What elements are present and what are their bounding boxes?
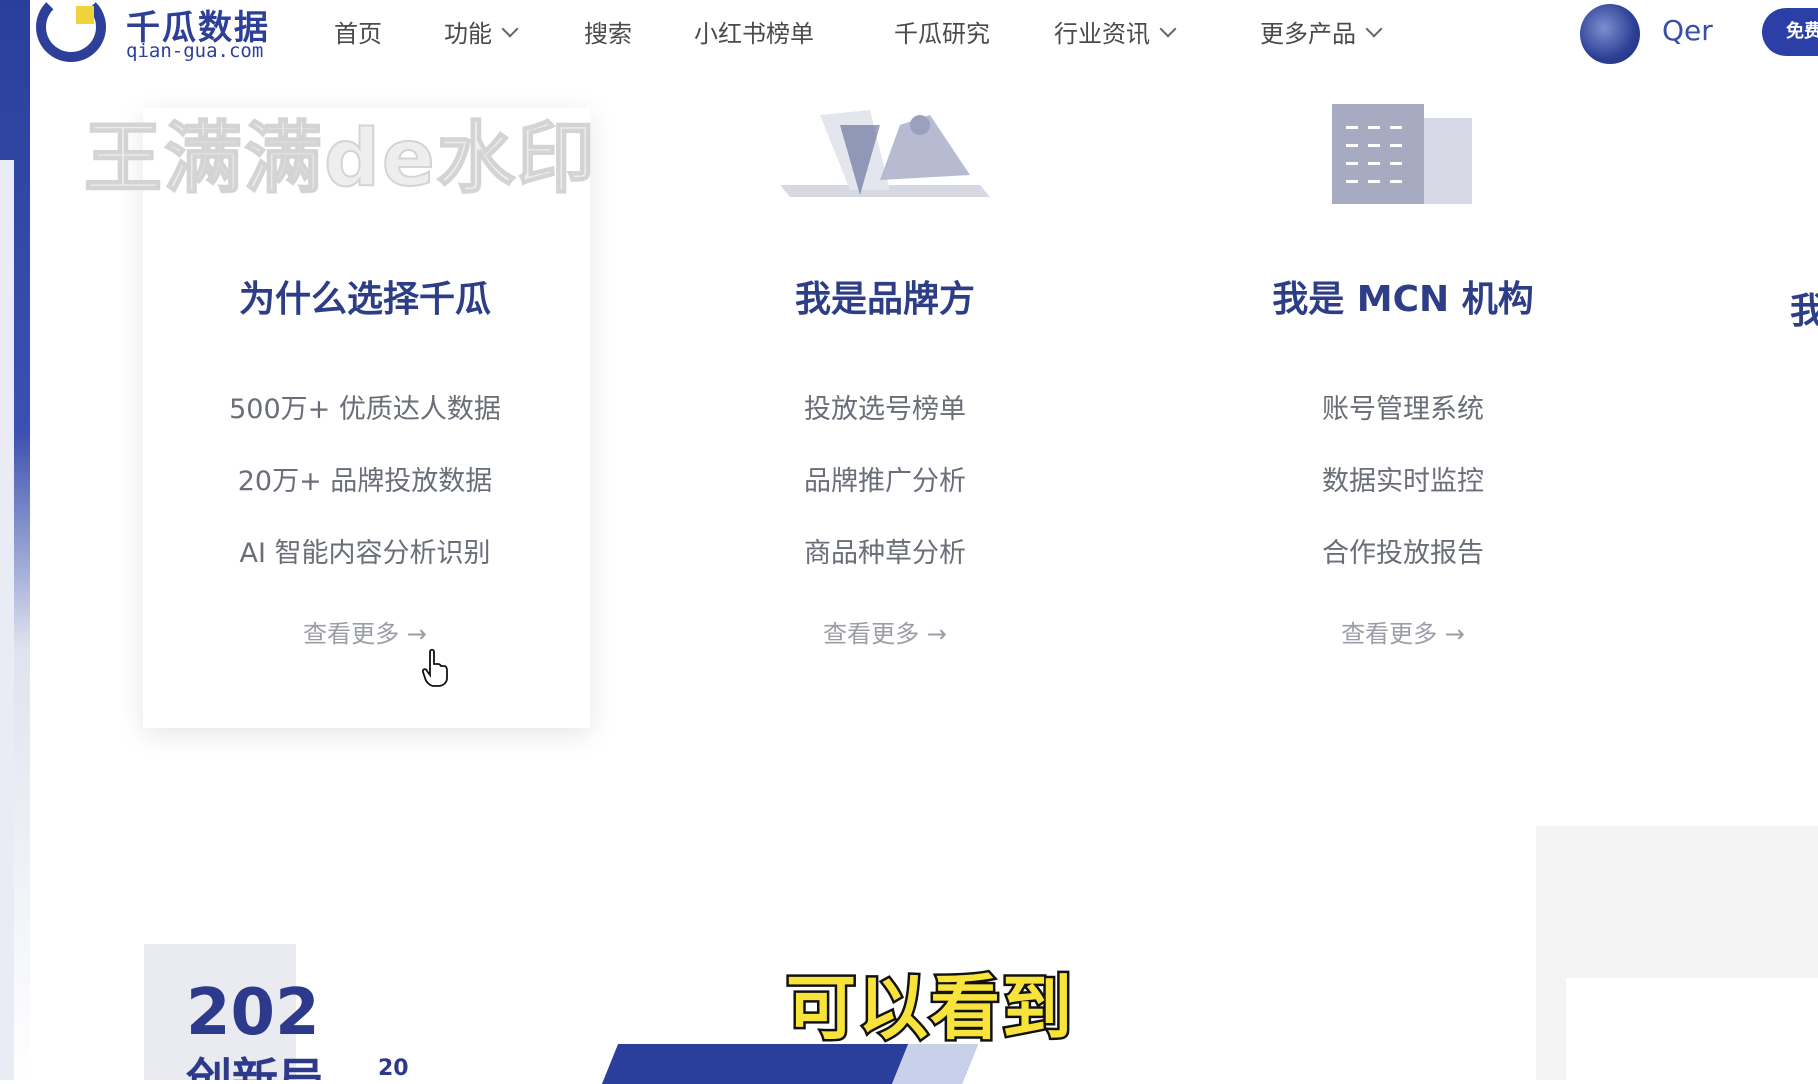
nav-research[interactable]: 千瓜研究 (894, 14, 990, 49)
nav-home[interactable]: 首页 (334, 14, 382, 49)
watermark: 王满满de水印 (83, 113, 597, 205)
report-year: 202 (186, 976, 320, 1050)
nav-more-products-label: 更多产品 (1260, 20, 1356, 48)
view-more-link[interactable]: 查看更多 → (1178, 614, 1628, 649)
feature-item: 500万+ 优质达人数据 (229, 394, 501, 425)
chevron-down-icon (1159, 20, 1177, 37)
nav-xiaohongshu-rank[interactable]: 小红书榜单 (694, 14, 814, 49)
nav-industry-news-label: 行业资讯 (1054, 20, 1150, 48)
desk-illustration-icon (780, 110, 990, 197)
nav-more-products[interactable]: 更多产品 (1260, 14, 1383, 49)
avatar[interactable] (1580, 4, 1640, 64)
logo-icon[interactable] (34, 0, 112, 64)
view-more-link[interactable]: 查看更多 → (660, 614, 1110, 649)
nav-industry-news[interactable]: 行业资讯 (1054, 14, 1177, 49)
chevron-down-icon (501, 20, 519, 37)
feature-item: 合作投放报告 (1322, 538, 1484, 569)
right-blurred-panel-inner (1566, 978, 1818, 1080)
free-trial-button[interactable]: 免费 (1762, 8, 1818, 56)
column-brand: 我是品牌方 投放选号榜单 品牌推广分析 商品种草分析 查看更多 → (660, 270, 1110, 649)
view-more-link[interactable]: 查看更多 → (140, 614, 590, 649)
video-subtitle: 可以看到 (784, 965, 1075, 1052)
feature-item: 20万+ 品牌投放数据 (237, 466, 493, 497)
nav-features[interactable]: 功能 (444, 14, 519, 49)
column-title: 我是 MCN 机构 (1272, 279, 1534, 320)
feature-item: AI 智能内容分析识别 (239, 538, 491, 569)
report-year-small: 20 (378, 1056, 409, 1081)
nav-search[interactable]: 搜索 (584, 14, 632, 49)
column-why-qiangua: 为什么选择千瓜 500万+ 优质达人数据 20万+ 品牌投放数据 AI 智能内容… (140, 270, 590, 649)
top-navigation: 千瓜数据 qian-gua.com 首页 功能 搜索 小红书榜单 千瓜研究 行业… (30, 0, 1818, 70)
column-title: 我是品牌方 (794, 279, 975, 320)
feature-item: 品牌推广分析 (804, 466, 966, 497)
nav-features-label: 功能 (444, 20, 492, 48)
feature-item: 商品种草分析 (804, 538, 966, 569)
feature-item: 投放选号榜单 (804, 394, 966, 425)
feature-item: 数据实时监控 (1322, 466, 1484, 497)
column-title: 为什么选择千瓜 (238, 279, 491, 320)
chevron-down-icon (1365, 20, 1383, 37)
report-title-cut: 创新局 (186, 1053, 324, 1080)
nav-home-label: 首页 (334, 20, 382, 48)
user-name[interactable]: Qer (1662, 14, 1713, 47)
nav-search-label: 搜索 (584, 20, 632, 48)
column-title-partial: 我 (1790, 291, 1818, 332)
left-edge-shade (0, 160, 14, 1080)
hand-cursor-icon (421, 648, 448, 687)
nav-xiaohongshu-rank-label: 小红书榜单 (694, 20, 814, 48)
feature-item: 账号管理系统 (1322, 394, 1484, 425)
logo-url: qian-gua.com (126, 40, 264, 62)
building-illustration-icon (1332, 104, 1472, 204)
nav-research-label: 千瓜研究 (894, 20, 990, 48)
column-mcn: 我是 MCN 机构 账号管理系统 数据实时监控 合作投放报告 查看更多 → (1178, 270, 1628, 649)
